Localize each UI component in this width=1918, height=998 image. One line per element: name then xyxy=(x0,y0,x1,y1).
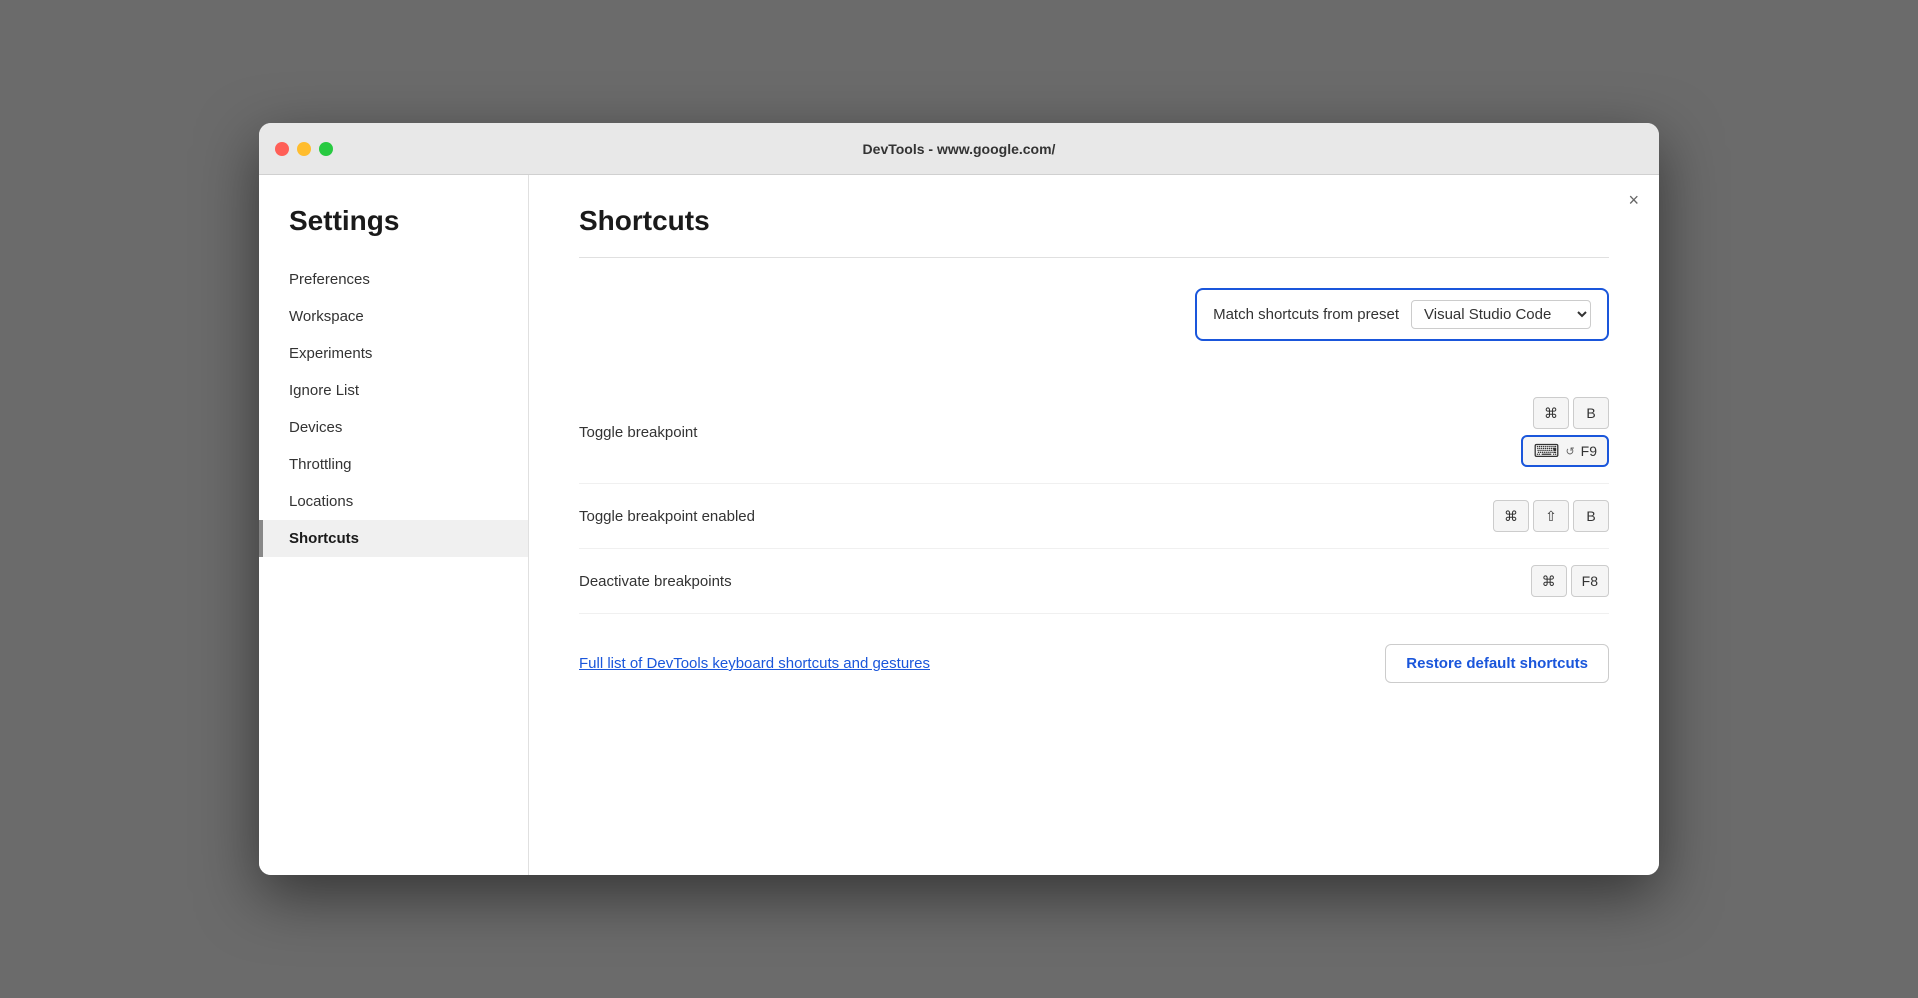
maximize-button[interactable] xyxy=(319,142,333,156)
shortcut-row-toggle-breakpoint-enabled: Toggle breakpoint enabled ⌘ ⇧ B xyxy=(579,484,1609,549)
preset-label: Match shortcuts from preset xyxy=(1213,306,1399,323)
sidebar-item-locations[interactable]: Locations xyxy=(259,483,528,520)
key-badge-b: B xyxy=(1573,500,1609,532)
key-badge-cmd: ⌘ xyxy=(1531,565,1567,597)
sidebar-item-devices[interactable]: Devices xyxy=(259,409,528,446)
shortcut-name: Deactivate breakpoints xyxy=(579,573,1511,590)
sidebar-item-experiments[interactable]: Experiments xyxy=(259,335,528,372)
shortcut-name: Toggle breakpoint enabled xyxy=(579,508,1473,525)
restore-defaults-button[interactable]: Restore default shortcuts xyxy=(1385,644,1609,683)
key-combo-cmd-f8: ⌘ F8 xyxy=(1531,565,1609,597)
titlebar: DevTools - www.google.com/ xyxy=(259,123,1659,175)
key-badge-keyboard-f9: ⌨ ↺ F9 xyxy=(1521,435,1609,467)
window-title: DevTools - www.google.com/ xyxy=(863,141,1056,157)
key-badge-shift: ⇧ xyxy=(1533,500,1569,532)
shortcut-row-deactivate-breakpoints: Deactivate breakpoints ⌘ F8 xyxy=(579,549,1609,614)
window-body: × Settings Preferences Workspace Experim… xyxy=(259,175,1659,875)
keyboard-shortcut-icon: ⌨ xyxy=(1533,441,1559,462)
window-controls xyxy=(275,142,333,156)
close-x-button[interactable]: × xyxy=(1628,191,1639,209)
sidebar-item-ignore-list[interactable]: Ignore List xyxy=(259,372,528,409)
shortcut-row-toggle-breakpoint: Toggle breakpoint ⌘ B ⌨ ↺ F9 xyxy=(579,381,1609,484)
page-title: Shortcuts xyxy=(579,205,1609,237)
sidebar-item-throttling[interactable]: Throttling xyxy=(259,446,528,483)
shortcuts-link[interactable]: Full list of DevTools keyboard shortcuts… xyxy=(579,655,930,672)
key-badge-cmd: ⌘ xyxy=(1493,500,1529,532)
shortcut-name: Toggle breakpoint xyxy=(579,424,1501,441)
key-badge-b: B xyxy=(1573,397,1609,429)
sidebar-item-workspace[interactable]: Workspace xyxy=(259,298,528,335)
minimize-button[interactable] xyxy=(297,142,311,156)
sidebar: Settings Preferences Workspace Experimen… xyxy=(259,175,529,875)
key-f9: F9 xyxy=(1581,443,1597,459)
preset-container: Match shortcuts from preset Visual Studi… xyxy=(1195,288,1609,341)
key-badge-cmd: ⌘ xyxy=(1533,397,1569,429)
main-content: Shortcuts Match shortcuts from preset Vi… xyxy=(529,175,1659,875)
devtools-window: DevTools - www.google.com/ × Settings Pr… xyxy=(259,123,1659,875)
footer-row: Full list of DevTools keyboard shortcuts… xyxy=(579,644,1609,683)
sidebar-item-preferences[interactable]: Preferences xyxy=(259,261,528,298)
close-button[interactable] xyxy=(275,142,289,156)
preset-select[interactable]: Visual Studio Code Default xyxy=(1411,300,1591,329)
section-divider xyxy=(579,257,1609,258)
shortcut-keys: ⌘ B ⌨ ↺ F9 xyxy=(1521,397,1609,467)
shortcut-keys: ⌘ ⇧ B xyxy=(1493,500,1609,532)
key-badge-f8: F8 xyxy=(1571,565,1609,597)
preset-row: Match shortcuts from preset Visual Studi… xyxy=(579,288,1609,341)
key-combo-f9: ⌨ ↺ F9 xyxy=(1521,435,1609,467)
shortcut-keys: ⌘ F8 xyxy=(1531,565,1609,597)
sidebar-heading: Settings xyxy=(259,205,528,261)
sidebar-item-shortcuts[interactable]: Shortcuts xyxy=(259,520,528,557)
key-combo-cmd-b: ⌘ B xyxy=(1533,397,1609,429)
key-combo-cmd-shift-b: ⌘ ⇧ B xyxy=(1493,500,1609,532)
remap-icon: ↺ xyxy=(1565,445,1574,458)
